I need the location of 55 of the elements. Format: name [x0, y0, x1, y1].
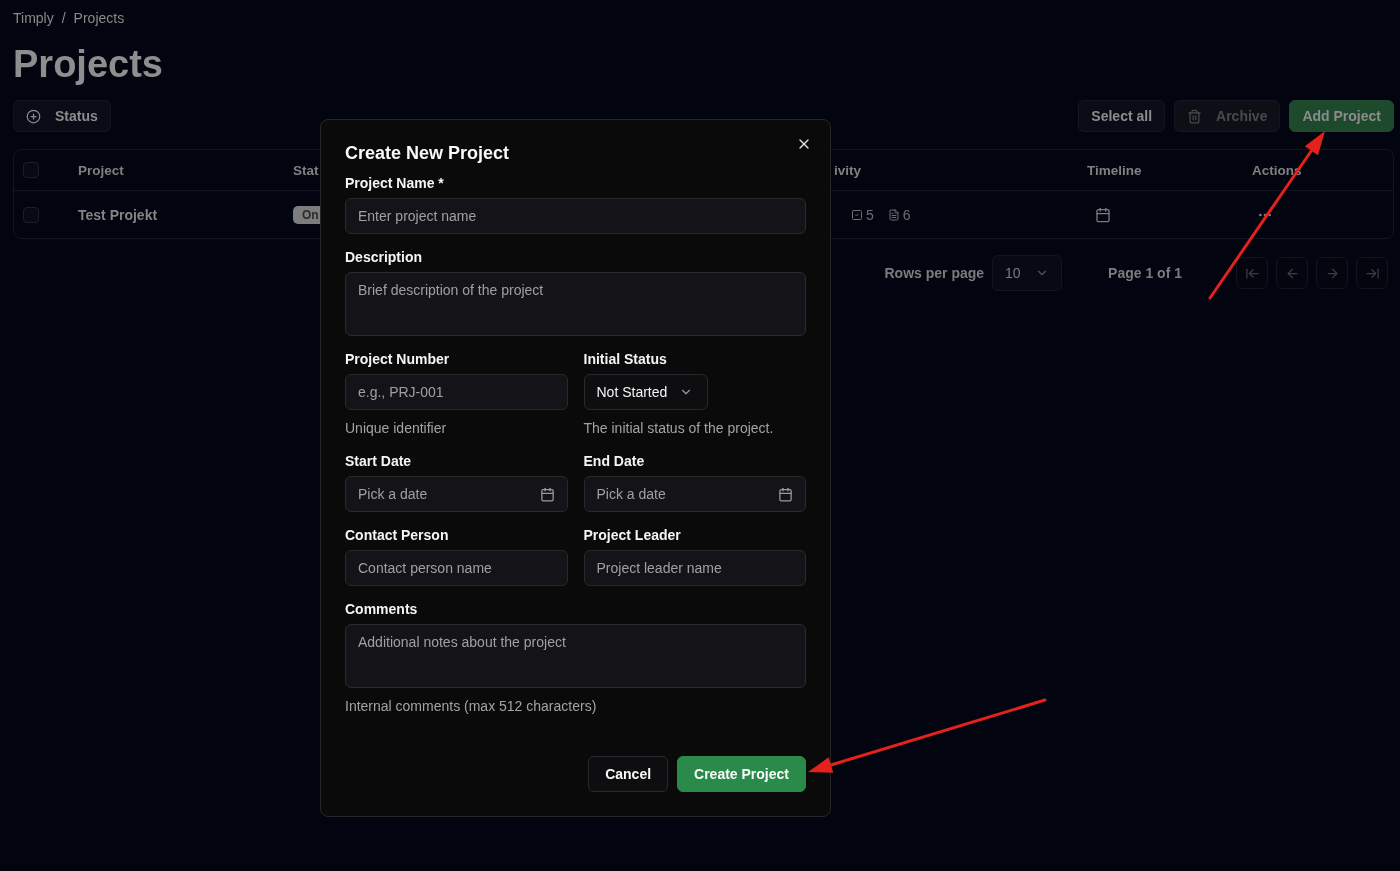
column-header: Project [78, 162, 124, 178]
last-page-button[interactable] [1356, 257, 1388, 289]
rows-per-page-label: Rows per page [884, 265, 985, 281]
column-header: Stat [293, 162, 319, 178]
date-picker[interactable]: Pick a date [345, 476, 568, 512]
field-label: Project Number [345, 350, 450, 369]
field-label: Contact Person [345, 526, 449, 545]
project-name: Test Projekt [78, 206, 158, 223]
task-count: 5 [851, 206, 874, 223]
document-icon [887, 208, 900, 221]
text-area[interactable]: Additional notes about the project [345, 624, 806, 688]
field-label: Initial Status [583, 350, 667, 369]
helper-text: Unique identifier [345, 419, 447, 438]
plus-circle-icon [26, 108, 41, 124]
add-project-button[interactable]: Add Project [1289, 100, 1394, 132]
trash-icon [1187, 108, 1203, 124]
calendar-icon [539, 486, 555, 502]
column-header: Timeline [1087, 162, 1142, 178]
dialog-title: Create New Project [345, 142, 511, 165]
text-input[interactable]: Project leader name [583, 550, 806, 586]
text-input[interactable]: e.g., PRJ-001 [345, 374, 568, 410]
breadcrumb-current: Projects [73, 9, 125, 28]
page-title: Projects [13, 42, 164, 86]
select-all-button[interactable]: Select all [1078, 100, 1166, 132]
field-label: End Date [583, 452, 645, 471]
breadcrumb-separator: / [61, 9, 66, 28]
arrow-right-icon [1324, 265, 1340, 281]
create-project-button[interactable]: Create Project [677, 756, 806, 792]
rows-per-page-select[interactable]: 10 [992, 255, 1063, 291]
helper-text: The initial status of the project. [583, 419, 774, 438]
text-area[interactable]: Brief description of the project [345, 272, 806, 336]
helper-text: Internal comments (max 512 characters) [345, 697, 597, 716]
checkbox-icon [851, 208, 863, 221]
checkbox[interactable] [23, 206, 39, 223]
calendar-icon[interactable] [1095, 206, 1111, 223]
status-filter-button[interactable]: Status [13, 100, 111, 132]
text-input[interactable]: Enter project name [345, 198, 806, 234]
checkbox[interactable] [23, 162, 39, 178]
date-picker[interactable]: Pick a date [583, 476, 806, 512]
previous-page-button[interactable] [1276, 257, 1308, 289]
field-label: Project Name * [345, 174, 444, 193]
field-label: Comments [345, 600, 418, 619]
next-page-button[interactable] [1316, 257, 1348, 289]
field-label: Start Date [345, 452, 412, 471]
field-label: Project Leader [583, 526, 681, 545]
cancel-button[interactable]: Cancel [588, 756, 669, 792]
breadcrumb-link[interactable]: Timply [13, 8, 54, 28]
page-info: Page 1 of 1 [1108, 265, 1182, 281]
status-select[interactable]: Not Started [583, 374, 709, 410]
text-input[interactable]: Contact person name [345, 550, 568, 586]
calendar-icon [778, 486, 793, 502]
column-header: ivity [834, 162, 861, 178]
field-label: Description [345, 248, 422, 267]
first-page-button[interactable] [1236, 257, 1268, 289]
document-count: 6 [887, 206, 911, 223]
